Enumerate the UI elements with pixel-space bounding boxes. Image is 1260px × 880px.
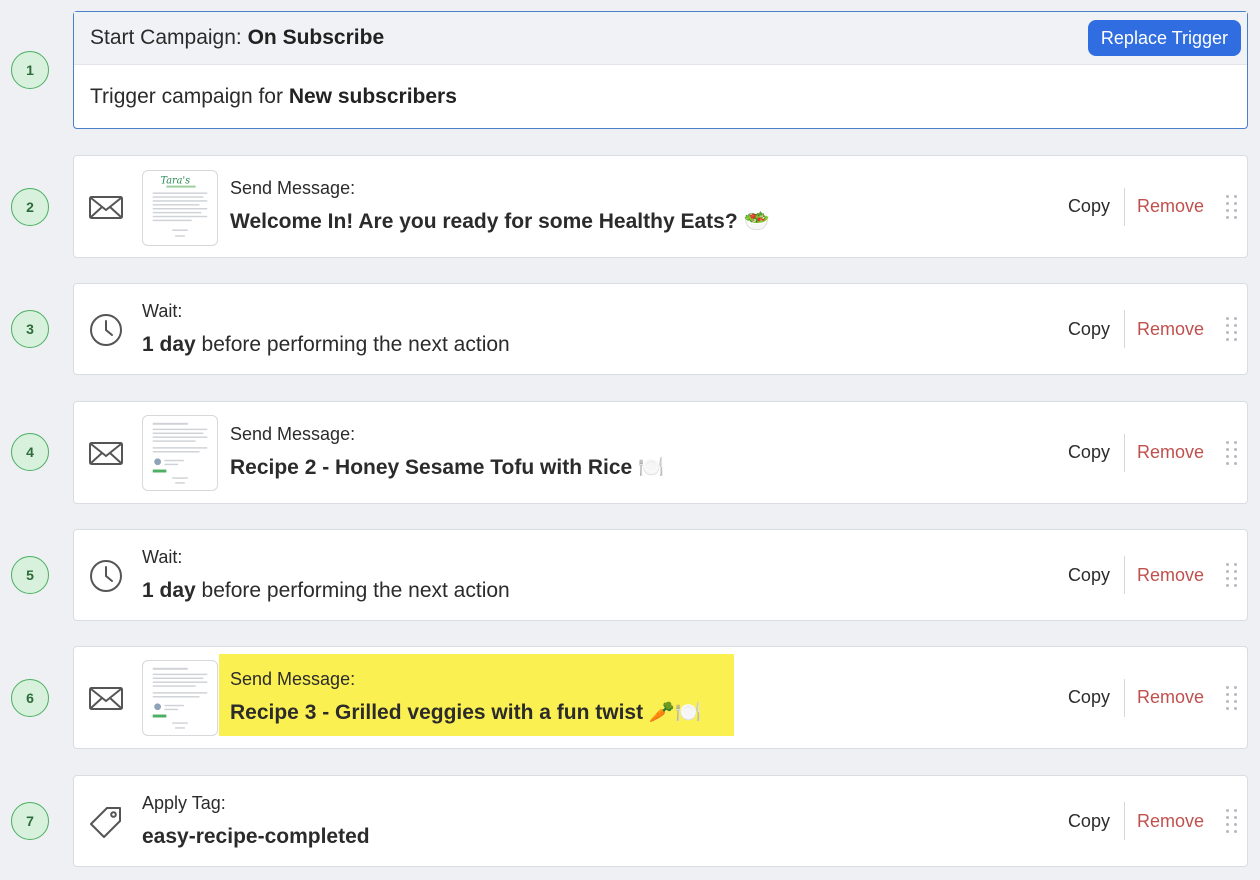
send-message-step[interactable]: Send Message: Recipe 3 - Grilled veggies… [73,646,1248,749]
send-message-step[interactable]: Tara's Send Message: Welcome In! Are you… [73,155,1248,258]
wait-step[interactable]: Wait: 1 day before performing the next a… [73,529,1248,621]
remove-button[interactable]: Remove [1125,196,1226,217]
step-label: Wait: [142,301,183,321]
drag-handle-icon[interactable] [1226,439,1240,467]
drag-handle-icon[interactable] [1226,807,1240,835]
remove-button[interactable]: Remove [1125,811,1226,832]
trigger-description: Trigger campaign for New subscribers [74,65,1247,129]
step-number-badge: 7 [11,802,49,840]
drag-handle-icon[interactable] [1226,684,1240,712]
clock-icon [88,312,124,348]
step-number-badge: 4 [11,433,49,471]
wait-suffix: before performing the next action [195,579,510,602]
step-label: Apply Tag: [142,793,226,813]
step-number-badge: 6 [11,679,49,717]
tag-name[interactable]: easy-recipe-completed [142,825,370,849]
remove-button[interactable]: Remove [1125,687,1226,708]
copy-button[interactable]: Copy [1068,442,1124,463]
email-preview-thumbnail[interactable] [142,660,218,736]
wait-duration: 1 day [142,333,196,356]
wait-duration: 1 day [142,579,196,602]
replace-trigger-button[interactable]: Replace Trigger [1087,20,1241,56]
step-actions: Copy Remove [1068,647,1247,748]
remove-button[interactable]: Remove [1125,565,1226,586]
trigger-header: Start Campaign: On Subscribe [74,12,1247,65]
message-subject[interactable]: Welcome In! Are you ready for some Healt… [230,210,770,234]
step-label: Send Message: [230,178,356,198]
envelope-icon [88,189,124,225]
step-label: Send Message: [230,669,356,689]
step-number-badge: 5 [11,556,49,594]
wait-suffix: before performing the next action [195,333,510,356]
trigger-body-value: New subscribers [288,85,457,108]
copy-button[interactable]: Copy [1068,811,1124,832]
envelope-icon [88,680,124,716]
step-actions: Copy Remove [1068,402,1247,503]
drag-handle-icon[interactable] [1226,561,1240,589]
trigger-title-prefix: Start Campaign: [90,26,242,49]
remove-button[interactable]: Remove [1125,319,1226,340]
step-content: Send Message: Recipe 2 - Honey Sesame To… [230,424,664,480]
copy-button[interactable]: Copy [1068,319,1124,340]
wait-description: 1 day before performing the next action [142,579,510,603]
copy-button[interactable]: Copy [1068,565,1124,586]
clock-icon [88,558,124,594]
step-number-badge: 2 [11,188,49,226]
trigger-card[interactable]: Start Campaign: On Subscribe Replace Tri… [73,11,1248,129]
wait-description: 1 day before performing the next action [142,333,510,357]
step-number-badge: 1 [11,51,49,89]
apply-tag-step[interactable]: Apply Tag: easy-recipe-completed Copy Re… [73,775,1248,867]
message-subject[interactable]: Recipe 2 - Honey Sesame Tofu with Rice 🍽… [230,456,664,480]
trigger-body-prefix: Trigger campaign for [90,85,283,108]
drag-handle-icon[interactable] [1226,193,1240,221]
envelope-icon [88,435,124,471]
svg-text:Tara's: Tara's [161,176,191,187]
step-actions: Copy Remove [1068,156,1247,257]
step-actions: Copy Remove [1068,530,1247,620]
step-content: Apply Tag: easy-recipe-completed [142,793,370,849]
email-preview-thumbnail[interactable] [142,415,218,491]
step-label: Wait: [142,547,183,567]
step-content: Wait: 1 day before performing the next a… [142,547,510,603]
email-preview-thumbnail[interactable]: Tara's [142,170,218,246]
tag-icon [88,804,124,840]
step-content: Wait: 1 day before performing the next a… [142,301,510,357]
step-actions: Copy Remove [1068,284,1247,374]
drag-handle-icon[interactable] [1226,315,1240,343]
step-actions: Copy Remove [1068,776,1247,866]
copy-button[interactable]: Copy [1068,687,1124,708]
wait-step[interactable]: Wait: 1 day before performing the next a… [73,283,1248,375]
trigger-title-value: On Subscribe [247,26,385,49]
step-number-badge: 3 [11,310,49,348]
step-label: Send Message: [230,424,356,444]
copy-button[interactable]: Copy [1068,196,1124,217]
remove-button[interactable]: Remove [1125,442,1226,463]
step-content: Send Message: Recipe 3 - Grilled veggies… [230,669,701,725]
send-message-step[interactable]: Send Message: Recipe 2 - Honey Sesame To… [73,401,1248,504]
step-content: Send Message: Welcome In! Are you ready … [230,178,770,234]
message-subject[interactable]: Recipe 3 - Grilled veggies with a fun tw… [230,701,701,725]
